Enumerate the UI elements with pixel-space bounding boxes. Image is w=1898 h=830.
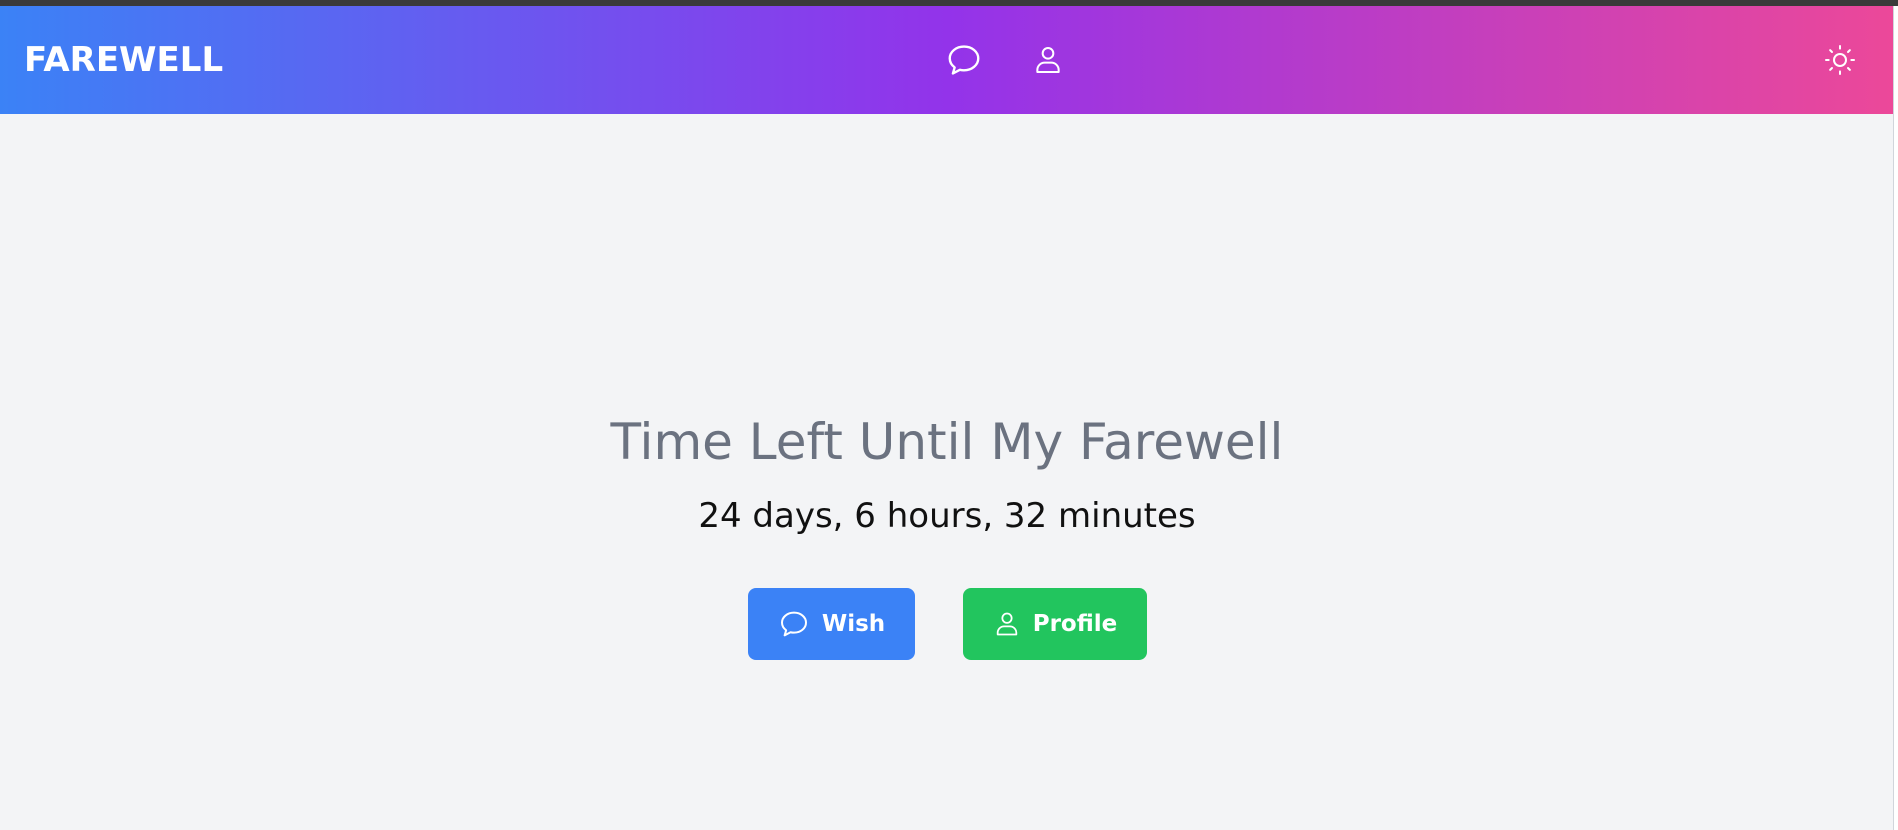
brand-logo[interactable]: FAREWELL: [24, 6, 223, 114]
wish-button[interactable]: Wish: [748, 588, 915, 660]
profile-button-label: Profile: [1032, 611, 1118, 637]
chat-bubble-icon[interactable]: [944, 40, 984, 80]
user-icon: [996, 612, 1017, 636]
page-title: Time Left Until My Farewell: [610, 413, 1284, 471]
profile-button[interactable]: Profile: [963, 588, 1147, 660]
chat-bubble-icon: [780, 611, 807, 637]
countdown-text: 24 days, 6 hours, 32 minutes: [698, 496, 1196, 536]
sun-icon[interactable]: [1820, 40, 1860, 80]
navbar: FAREWELL: [0, 6, 1894, 114]
page: FAREWELL Time Left Until My Farewell 24 …: [0, 6, 1894, 830]
user-icon[interactable]: [1028, 40, 1068, 80]
wish-button-label: Wish: [821, 611, 886, 637]
hero-section: Time Left Until My Farewell 24 days, 6 h…: [0, 114, 1894, 830]
window-right-edge: [1893, 6, 1898, 830]
